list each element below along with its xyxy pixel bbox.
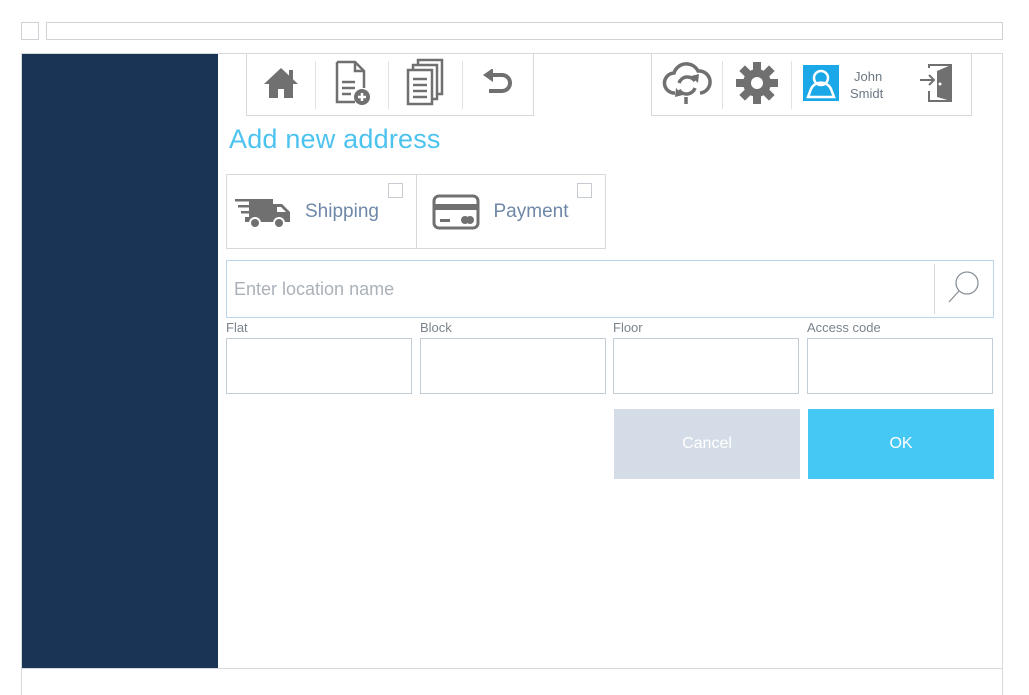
home-button[interactable] [247,54,315,115]
logout-icon [919,63,955,107]
documents-button[interactable] [389,54,462,115]
location-search-input[interactable] [227,261,933,317]
new-document-icon [333,60,371,110]
frame-bottom-divider [21,668,1003,669]
gear-icon [735,61,779,109]
search-icon [946,269,982,309]
undo-button[interactable] [463,54,534,115]
user-icon [803,64,839,105]
floor-field[interactable] [613,338,799,394]
shipping-label: Shipping [305,200,379,222]
user-toolbar: John Smidt [651,54,972,116]
payment-checkbox[interactable] [577,183,592,198]
block-field[interactable] [420,338,606,394]
user-last-name: Smidt [850,85,884,101]
sync-button[interactable] [652,54,722,115]
window-address-bar[interactable] [46,22,1003,40]
user-first-name: John [854,68,883,84]
cloud-sync-icon [662,61,712,109]
flat-field[interactable] [226,338,412,394]
location-search [226,260,994,318]
cancel-button[interactable]: Cancel [614,409,800,479]
ok-button[interactable]: OK [808,409,994,479]
documents-icon [405,58,445,112]
payment-label: Payment [493,200,569,222]
address-type-selector: Shipping Payment [226,174,606,249]
block-label: Block [420,320,452,335]
floor-label: Floor [613,320,643,335]
access-code-field[interactable] [807,338,993,394]
sidebar [22,54,218,668]
truck-icon [235,195,291,229]
new-document-button[interactable] [316,54,389,115]
page-title: Add new address [229,124,441,154]
address-type-payment[interactable]: Payment [415,175,606,248]
logout-button[interactable] [912,54,962,115]
search-button[interactable] [935,261,993,317]
flat-label: Flat [226,320,248,335]
window-checkbox[interactable] [21,22,39,40]
user-name: John Smidt [850,68,912,102]
home-icon [262,66,300,104]
shipping-checkbox[interactable] [387,183,403,198]
address-type-shipping[interactable]: Shipping [227,175,416,248]
access-code-label: Access code [807,320,881,335]
main-toolbar [246,54,534,116]
credit-card-icon [432,194,480,230]
settings-button[interactable] [723,54,791,115]
undo-icon [481,67,515,101]
user-avatar-button[interactable] [792,54,850,115]
